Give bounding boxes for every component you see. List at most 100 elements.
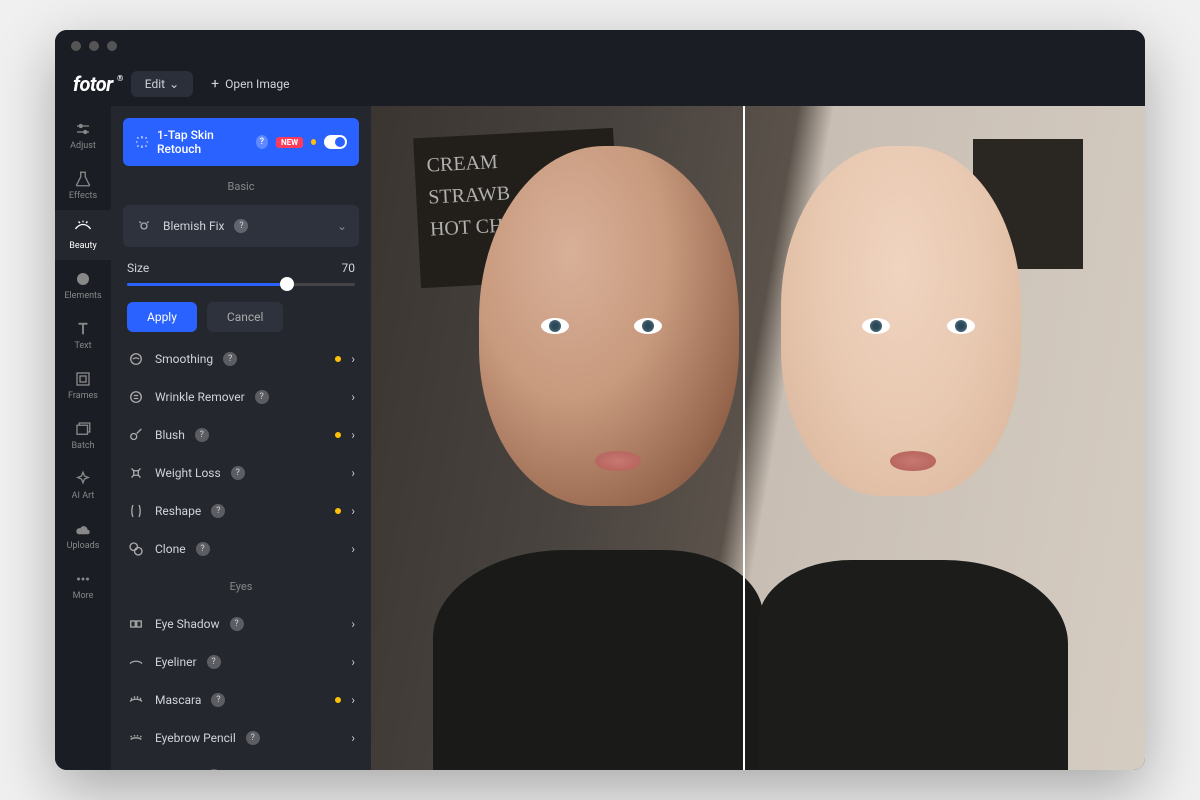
tool-clone[interactable]: Clone ? › — [123, 530, 359, 568]
help-icon[interactable]: ? — [211, 504, 225, 518]
rail-label: Frames — [68, 391, 98, 401]
rail-label: AI Art — [72, 491, 95, 501]
retouch-toggle[interactable] — [324, 135, 347, 149]
rail-label: Beauty — [69, 241, 96, 251]
premium-dot-icon — [335, 697, 341, 703]
cancel-button[interactable]: Cancel — [207, 302, 284, 332]
tool-label: Weight Loss — [155, 466, 221, 480]
open-image-button[interactable]: + Open Image — [211, 76, 289, 92]
size-label: Size — [127, 261, 149, 275]
tool-eye-shadow[interactable]: Eye Shadow ? › — [123, 605, 359, 643]
slider-fill — [127, 283, 287, 286]
star-icon — [74, 270, 92, 288]
tool-blush[interactable]: Blush ? › — [123, 416, 359, 454]
tool-eyeliner[interactable]: Eyeliner ? › — [123, 643, 359, 681]
chevron-down-icon: ⌄ — [169, 77, 179, 91]
weight-icon — [127, 464, 145, 482]
rail-adjust[interactable]: Adjust — [55, 110, 111, 160]
tool-label: Smoothing — [155, 352, 213, 366]
chevron-down-icon: ⌄ — [337, 219, 347, 233]
chevron-right-icon: › — [351, 731, 355, 745]
tool-wrinkle-remover[interactable]: Wrinkle Remover ? › — [123, 378, 359, 416]
rail-text[interactable]: Text — [55, 310, 111, 360]
help-icon[interactable]: ? — [223, 352, 237, 366]
help-icon[interactable]: ? — [255, 390, 269, 404]
tool-label: Blemish Fix — [163, 219, 224, 233]
chevron-right-icon: › — [351, 466, 355, 480]
window-maximize-dot[interactable] — [107, 41, 117, 51]
rail-uploads[interactable]: Uploads — [55, 510, 111, 560]
tool-eye-tint[interactable]: Eye Tint ? › — [123, 757, 359, 770]
eye-sparkle-icon — [74, 220, 92, 238]
tool-label: Reshape — [155, 504, 201, 518]
rail-effects[interactable]: Effects — [55, 160, 111, 210]
section-basic-header: Basic — [123, 180, 359, 193]
help-icon[interactable]: ? — [234, 219, 248, 233]
rail-label: More — [73, 591, 94, 601]
rail-aiart[interactable]: AI Art — [55, 460, 111, 510]
rail-label: Text — [74, 341, 91, 351]
app-window: fotor Edit ⌄ + Open Image Adjust Effects… — [55, 30, 1145, 770]
rail-beauty[interactable]: Beauty — [55, 210, 111, 260]
size-slider[interactable] — [127, 283, 355, 286]
help-icon[interactable]: ? — [207, 769, 221, 770]
sparkle-icon — [135, 134, 149, 150]
rail-label: Uploads — [67, 541, 100, 551]
skin-retouch-banner[interactable]: 1-Tap Skin Retouch ? NEW — [123, 118, 359, 166]
blemish-icon — [135, 217, 153, 235]
sliders-icon — [74, 120, 92, 138]
help-icon[interactable]: ? — [207, 655, 221, 669]
titlebar — [55, 30, 1145, 62]
rail-frames[interactable]: Frames — [55, 360, 111, 410]
reshape-icon — [127, 502, 145, 520]
tool-label: Blush — [155, 428, 185, 442]
chevron-right-icon: › — [351, 352, 355, 366]
tool-label: Eyebrow Pencil — [155, 731, 236, 745]
tool-smoothing[interactable]: Smoothing ? › — [123, 340, 359, 378]
help-icon[interactable]: ? — [211, 693, 225, 707]
canvas[interactable]: CREAM STRAWB HOT CH — [371, 106, 1145, 770]
help-icon[interactable]: ? — [231, 466, 245, 480]
tool-weight-loss[interactable]: Weight Loss ? › — [123, 454, 359, 492]
blemish-fix-header[interactable]: Blemish Fix ? ⌄ — [135, 217, 347, 235]
smoothing-icon — [127, 350, 145, 368]
rail-elements[interactable]: Elements — [55, 260, 111, 310]
window-minimize-dot[interactable] — [89, 41, 99, 51]
chevron-right-icon: › — [351, 693, 355, 707]
images-icon — [74, 420, 92, 438]
flask-icon — [74, 170, 92, 188]
premium-dot-icon — [311, 139, 316, 145]
chevron-right-icon: › — [351, 542, 355, 556]
portrait-face-after — [781, 146, 1021, 496]
rail-batch[interactable]: Batch — [55, 410, 111, 460]
open-image-label: Open Image — [225, 77, 289, 91]
section-eyes-header: Eyes — [123, 580, 359, 593]
tool-eyebrow-pencil[interactable]: Eyebrow Pencil ? › — [123, 719, 359, 757]
slider-thumb[interactable] — [280, 277, 294, 291]
help-icon[interactable]: ? — [256, 135, 268, 149]
help-icon[interactable]: ? — [195, 428, 209, 442]
tool-reshape[interactable]: Reshape ? › — [123, 492, 359, 530]
tool-label: Wrinkle Remover — [155, 390, 245, 404]
apply-button[interactable]: Apply — [127, 302, 197, 332]
more-icon — [74, 570, 92, 588]
edit-menu-button[interactable]: Edit ⌄ — [131, 71, 193, 97]
help-icon[interactable]: ? — [230, 617, 244, 631]
left-rail: Adjust Effects Beauty Elements Text Fram… — [55, 106, 111, 770]
rail-more[interactable]: More — [55, 560, 111, 610]
compare-separator[interactable] — [743, 106, 745, 770]
rail-label: Elements — [64, 291, 101, 301]
tool-mascara[interactable]: Mascara ? › — [123, 681, 359, 719]
eye-tint-icon — [127, 767, 145, 770]
help-icon[interactable]: ? — [196, 542, 210, 556]
shirt-prop — [433, 550, 763, 770]
rail-label: Batch — [71, 441, 94, 451]
tool-label: Mascara — [155, 693, 201, 707]
size-value: 70 — [342, 261, 356, 275]
logo: fotor — [73, 72, 113, 96]
window-close-dot[interactable] — [71, 41, 81, 51]
eye-shadow-icon — [127, 615, 145, 633]
help-icon[interactable]: ? — [246, 731, 260, 745]
frame-icon — [74, 370, 92, 388]
cloud-upload-icon — [74, 520, 92, 538]
